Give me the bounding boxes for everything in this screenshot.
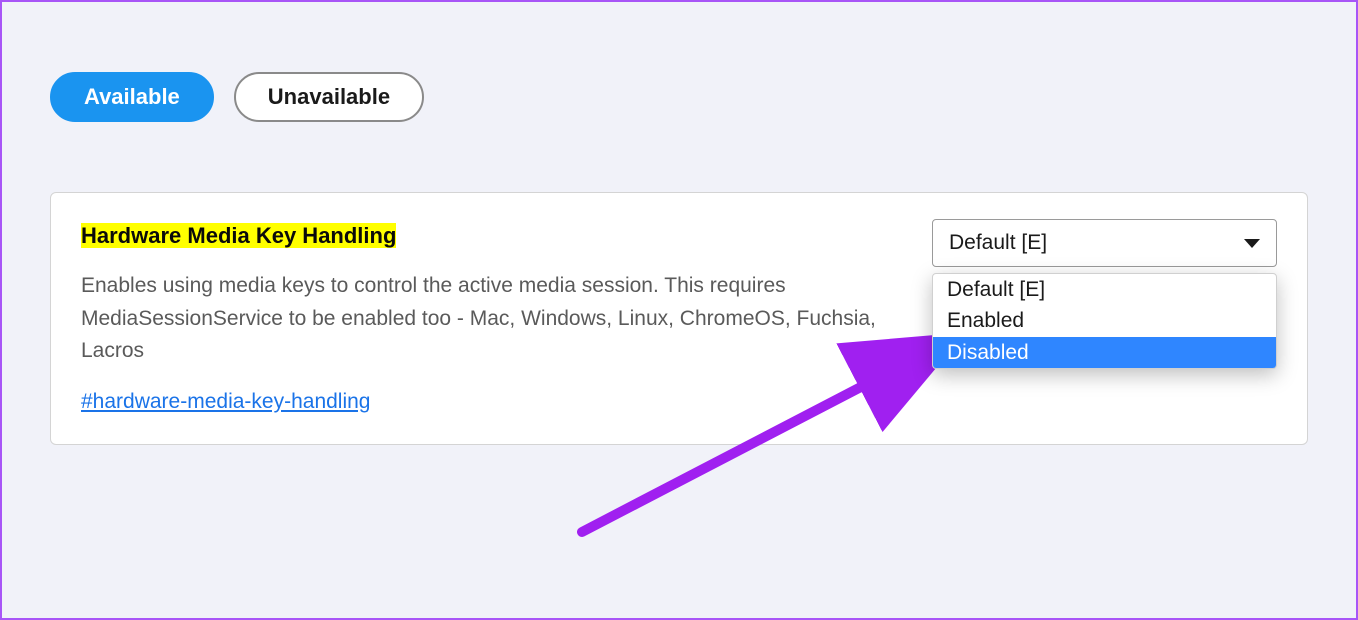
flag-title: Hardware Media Key Handling (81, 223, 396, 248)
option-enabled[interactable]: Enabled (933, 305, 1276, 336)
tab-unavailable[interactable]: Unavailable (234, 72, 424, 122)
flag-select-value: Default [E] (949, 231, 1244, 255)
chevron-down-icon (1244, 239, 1260, 248)
tab-available[interactable]: Available (50, 72, 214, 122)
flag-dropdown-list: Default [E] Enabled Disabled (932, 273, 1277, 369)
flag-select[interactable]: Default [E] (932, 219, 1277, 267)
option-disabled[interactable]: Disabled (933, 337, 1276, 368)
flag-info: Hardware Media Key Handling Enables usin… (81, 219, 932, 414)
flag-description: Enables using media keys to control the … (81, 270, 912, 368)
flag-hash-link[interactable]: #hardware-media-key-handling (81, 390, 371, 414)
flag-control: Default [E] Default [E] Enabled Disabled (932, 219, 1277, 414)
option-default[interactable]: Default [E] (933, 274, 1276, 305)
flag-tabs: Available Unavailable (50, 72, 1308, 122)
flag-card: Hardware Media Key Handling Enables usin… (50, 192, 1308, 445)
